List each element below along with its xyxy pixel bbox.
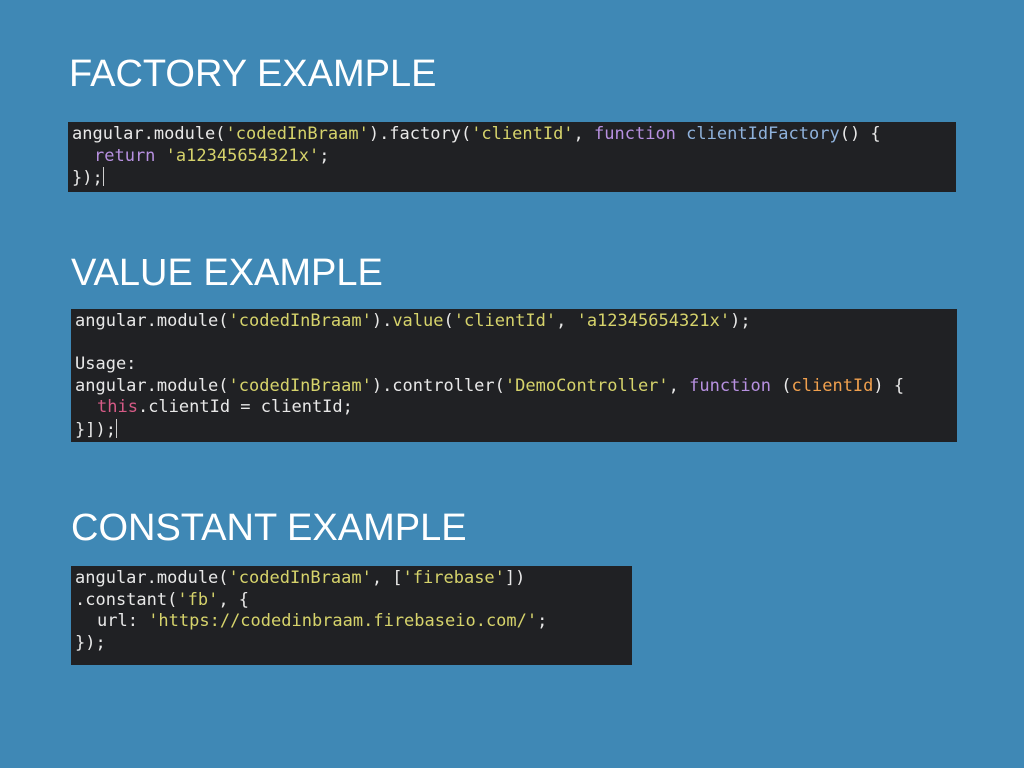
- code-string: 'a12345654321x': [165, 145, 320, 166]
- code-text: }]);: [75, 419, 116, 440]
- code-text: , [: [371, 568, 403, 588]
- code-string: 'codedInBraam': [228, 311, 372, 331]
- code-text: ).: [371, 311, 393, 331]
- code-text: .clientId = clientId;: [137, 397, 353, 417]
- code-string: 'clientId': [453, 311, 557, 331]
- code-string: 'clientId': [471, 124, 574, 144]
- factory-example-heading: FACTORY EXAMPLE: [69, 53, 437, 95]
- code-this-keyword: this: [97, 397, 138, 417]
- code-text: ,: [668, 375, 690, 396]
- code-line: this.clientId = clientId;: [75, 397, 957, 419]
- constant-example-heading: CONSTANT EXAMPLE: [71, 507, 467, 549]
- code-string: 'fb': [177, 589, 219, 610]
- code-text: ).factory(: [368, 124, 472, 144]
- code-text: .constant(: [75, 589, 178, 610]
- code-line: });: [72, 167, 956, 189]
- code-keyword: function: [689, 375, 772, 396]
- code-line: }]);: [75, 418, 957, 441]
- code-text: ]): [504, 568, 526, 588]
- code-text: angular.module(: [75, 568, 229, 588]
- code-text: angular.module(: [72, 124, 226, 144]
- code-text: ,: [573, 124, 595, 144]
- code-line: angular.module('codedInBraam').controlle…: [75, 376, 957, 398]
- code-string: 'codedInBraam': [225, 124, 369, 144]
- code-string: 'codedInBraam': [228, 568, 372, 588]
- code-text: ;: [537, 611, 548, 631]
- code-string: 'DemoController': [504, 375, 669, 396]
- code-text: ;: [319, 145, 330, 166]
- code-text: });: [75, 632, 106, 653]
- text-cursor: [115, 418, 117, 438]
- code-text: ).controller(: [371, 375, 505, 396]
- code-text: , {: [218, 589, 250, 610]
- code-text: angular.module(: [75, 311, 229, 331]
- code-text: Usage:: [75, 354, 137, 374]
- code-text: );: [730, 311, 751, 331]
- code-text: () {: [839, 124, 881, 144]
- code-line: angular.module('codedInBraam').value('cl…: [75, 311, 957, 333]
- code-string: 'codedInBraam': [228, 375, 372, 396]
- code-line: });: [75, 633, 632, 655]
- code-text: });: [72, 168, 103, 188]
- code-text: (: [771, 375, 792, 396]
- code-text: (: [443, 311, 454, 331]
- code-string: 'a12345654321x': [576, 311, 731, 331]
- code-keyword: return: [94, 145, 156, 166]
- value-code-block: angular.module('codedInBraam').value('cl…: [71, 309, 957, 442]
- code-text: ) {: [873, 375, 905, 396]
- factory-code-block: angular.module('codedInBraam').factory('…: [68, 122, 956, 192]
- code-string: 'firebase': [402, 568, 505, 588]
- code-line: angular.module('codedInBraam').factory('…: [72, 124, 956, 146]
- code-text: url:: [97, 611, 149, 631]
- code-string: value: [392, 311, 444, 331]
- code-parameter: clientId: [791, 375, 874, 396]
- code-line: return 'a12345654321x';: [72, 146, 956, 168]
- constant-code-block: angular.module('codedInBraam', ['firebas…: [71, 566, 632, 665]
- text-cursor: [102, 167, 104, 186]
- code-line: Usage:: [75, 354, 957, 376]
- code-function-name: clientIdFactory: [686, 124, 840, 144]
- code-line: angular.module('codedInBraam', ['firebas…: [75, 568, 632, 590]
- value-example-heading: VALUE EXAMPLE: [71, 252, 383, 294]
- code-text: ,: [556, 311, 577, 331]
- code-string: 'https://codedinbraam.firebaseio.com/': [148, 611, 538, 631]
- code-line: .constant('fb', {: [75, 590, 632, 612]
- code-keyword: function: [594, 124, 676, 144]
- code-text: angular.module(: [75, 375, 229, 396]
- code-line: url: 'https://codedinbraam.firebaseio.co…: [75, 611, 632, 633]
